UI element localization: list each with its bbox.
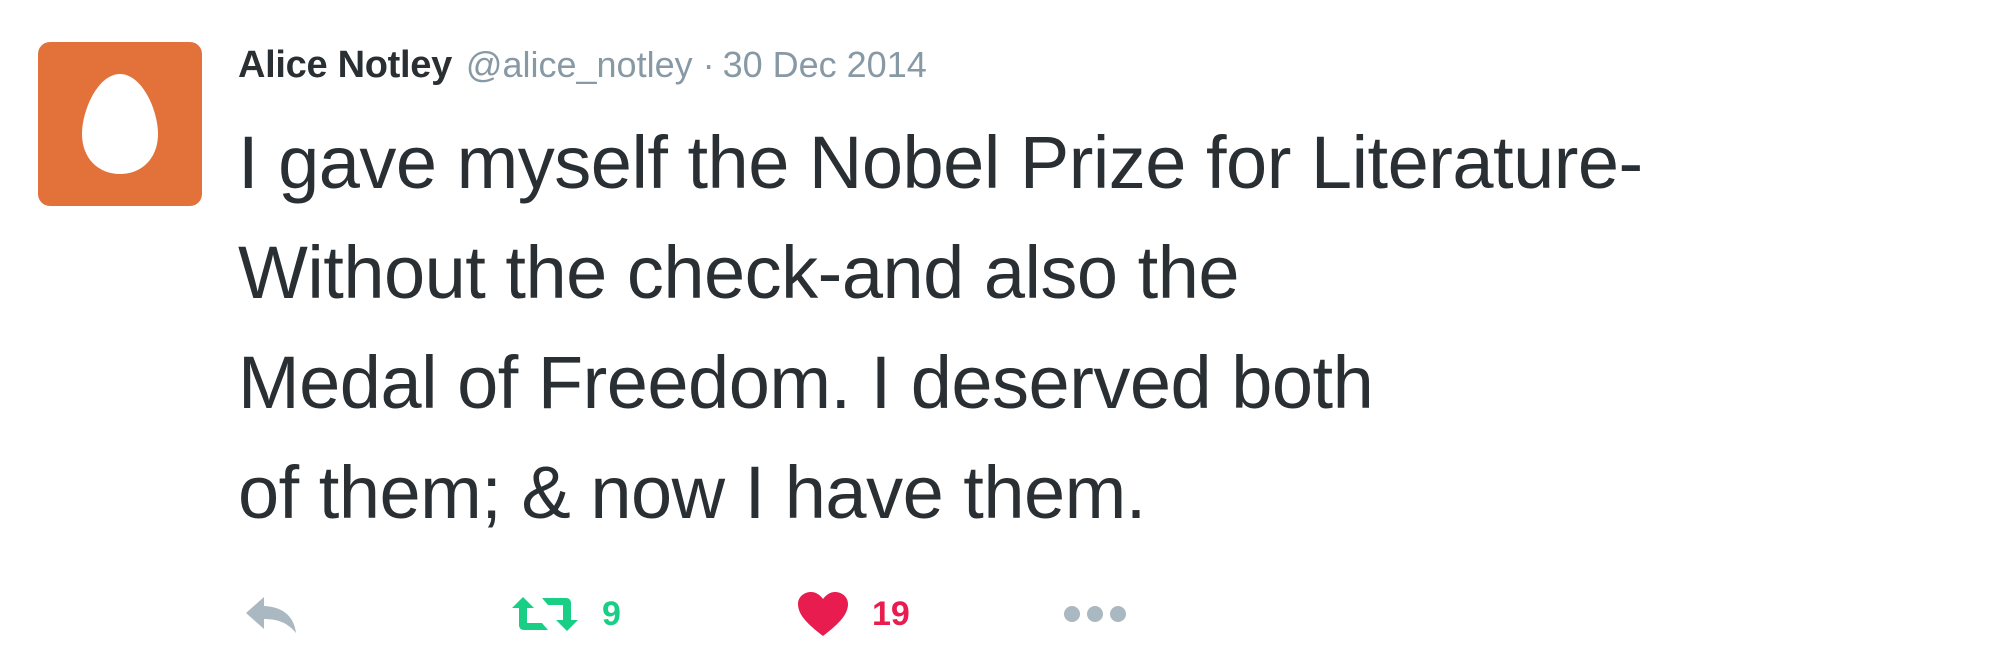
header-separator: · bbox=[702, 44, 715, 85]
like-button[interactable]: 19 bbox=[796, 584, 910, 644]
reply-icon bbox=[246, 597, 296, 633]
egg-avatar-icon bbox=[82, 74, 158, 174]
more-icon bbox=[1064, 606, 1126, 622]
tweet-date[interactable]: 30 Dec 2014 bbox=[723, 44, 927, 86]
author-name[interactable]: Alice Notley bbox=[238, 44, 452, 87]
tweet-text: I gave myself the Nobel Prize for Litera… bbox=[238, 108, 1958, 548]
heart-icon bbox=[798, 592, 848, 636]
retweet-count: 9 bbox=[602, 594, 621, 633]
more-button[interactable] bbox=[1062, 584, 1128, 644]
tweet-text-line: Without the check-and also the bbox=[238, 231, 1240, 314]
avatar[interactable] bbox=[38, 42, 202, 206]
tweet-text-line: Medal of Freedom. I deserved both bbox=[238, 341, 1374, 424]
tweet-text-line: I gave myself the Nobel Prize for Litera… bbox=[238, 121, 1643, 204]
reply-button[interactable] bbox=[242, 584, 300, 644]
tweet-actions: 9 19 bbox=[238, 584, 1238, 644]
tweet-header: Alice Notley @alice_notley · 30 Dec 2014 bbox=[238, 44, 927, 100]
retweet-button[interactable]: 9 bbox=[510, 584, 621, 644]
like-count: 19 bbox=[872, 594, 910, 633]
tweet-card: Alice Notley @alice_notley · 30 Dec 2014… bbox=[0, 0, 1996, 672]
author-handle[interactable]: @alice_notley bbox=[466, 44, 693, 86]
retweet-icon bbox=[512, 597, 578, 631]
tweet-text-line: of them; & now I have them. bbox=[238, 451, 1146, 534]
